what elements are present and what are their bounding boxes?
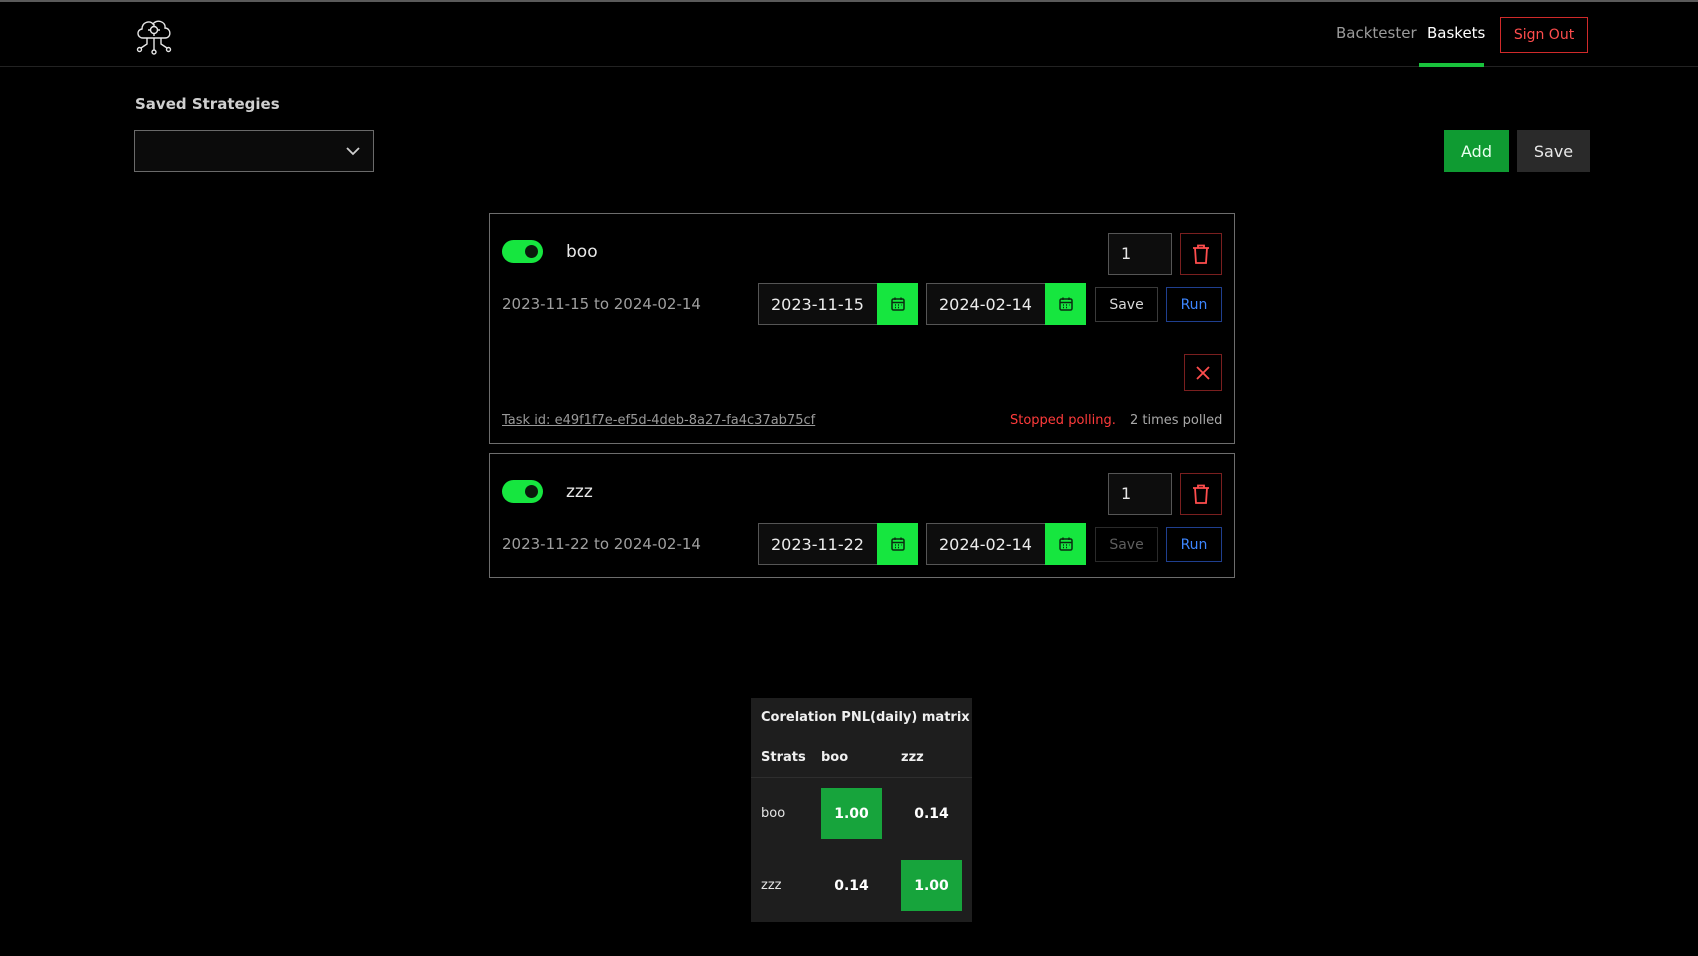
trash-icon bbox=[1193, 484, 1209, 504]
matrix-cell: 1.00 bbox=[821, 788, 882, 839]
poll-count: 2 times polled bbox=[1130, 413, 1223, 428]
matrix-title: Corelation PNL(daily) matrix bbox=[761, 710, 970, 725]
calendar-icon[interactable] bbox=[1045, 523, 1086, 565]
strategy-save-button[interactable]: Save bbox=[1095, 287, 1158, 322]
delete-strategy-button[interactable] bbox=[1180, 233, 1222, 275]
end-date-value: 2024-02-14 bbox=[939, 535, 1032, 554]
strategy-save-button[interactable]: Save bbox=[1095, 527, 1158, 562]
matrix-column-header: boo bbox=[821, 750, 849, 765]
end-date-input[interactable]: 2024-02-14 bbox=[926, 523, 1086, 565]
end-date-input[interactable]: 2024-02-14 bbox=[926, 283, 1086, 325]
matrix-divider bbox=[751, 777, 972, 778]
calendar-icon[interactable] bbox=[877, 283, 918, 325]
strategy-weight-input[interactable]: 1 bbox=[1108, 233, 1172, 275]
end-date-value: 2024-02-14 bbox=[939, 295, 1032, 314]
sign-out-button[interactable]: Sign Out bbox=[1500, 17, 1588, 53]
strategy-run-button[interactable]: Run bbox=[1166, 527, 1222, 562]
save-basket-button[interactable]: Save bbox=[1517, 130, 1590, 172]
matrix-row-label: zzz bbox=[761, 878, 782, 893]
top-navbar: Backtester Baskets Sign Out bbox=[0, 2, 1698, 67]
nav-link-baskets[interactable]: Baskets bbox=[1427, 24, 1485, 42]
active-nav-indicator bbox=[1419, 63, 1484, 67]
polling-status: Stopped polling. bbox=[1010, 413, 1116, 428]
correlation-matrix: Corelation PNL(daily) matrix Strats boo … bbox=[751, 698, 972, 922]
start-date-value: 2023-11-22 bbox=[771, 535, 864, 554]
cloud-network-logo-icon[interactable] bbox=[133, 16, 175, 56]
strategy-name: zzz bbox=[566, 482, 593, 502]
calendar-icon[interactable] bbox=[1045, 283, 1086, 325]
start-date-input[interactable]: 2023-11-22 bbox=[758, 523, 918, 565]
matrix-cell: 1.00 bbox=[901, 860, 962, 911]
close-task-button[interactable] bbox=[1184, 354, 1222, 391]
matrix-corner-header: Strats bbox=[761, 750, 806, 765]
strategy-weight-input[interactable]: 1 bbox=[1108, 473, 1172, 515]
strategy-enabled-toggle[interactable] bbox=[502, 480, 543, 503]
calendar-icon[interactable] bbox=[877, 523, 918, 565]
strategy-enabled-toggle[interactable] bbox=[502, 240, 543, 263]
start-date-value: 2023-11-15 bbox=[771, 295, 864, 314]
matrix-column-header: zzz bbox=[901, 750, 924, 765]
matrix-cell: 0.14 bbox=[834, 877, 869, 894]
strategy-run-button[interactable]: Run bbox=[1166, 287, 1222, 322]
start-date-input[interactable]: 2023-11-15 bbox=[758, 283, 918, 325]
strategy-card: zzz 1 2023-11-22 to 2024-02-14 2023-11-2… bbox=[489, 453, 1235, 578]
matrix-cell: 0.14 bbox=[914, 805, 949, 822]
saved-strategies-select[interactable] bbox=[134, 130, 374, 172]
chevron-down-icon bbox=[346, 147, 360, 156]
date-range-text: 2023-11-15 to 2024-02-14 bbox=[502, 295, 701, 313]
date-range-text: 2023-11-22 to 2024-02-14 bbox=[502, 535, 701, 553]
strategy-card: boo 1 2023-11-15 to 2024-02-14 2023-11-1… bbox=[489, 213, 1235, 444]
nav-link-backtester[interactable]: Backtester bbox=[1336, 24, 1417, 42]
matrix-row-label: boo bbox=[761, 806, 786, 821]
close-icon bbox=[1196, 365, 1210, 380]
saved-strategies-label: Saved Strategies bbox=[135, 95, 280, 113]
task-id-link[interactable]: Task id: e49f1f7e-ef5d-4deb-8a27-fa4c37a… bbox=[502, 413, 815, 428]
strategy-name: boo bbox=[566, 242, 598, 262]
trash-icon bbox=[1193, 244, 1209, 264]
add-strategy-button[interactable]: Add bbox=[1444, 130, 1509, 172]
delete-strategy-button[interactable] bbox=[1180, 473, 1222, 515]
